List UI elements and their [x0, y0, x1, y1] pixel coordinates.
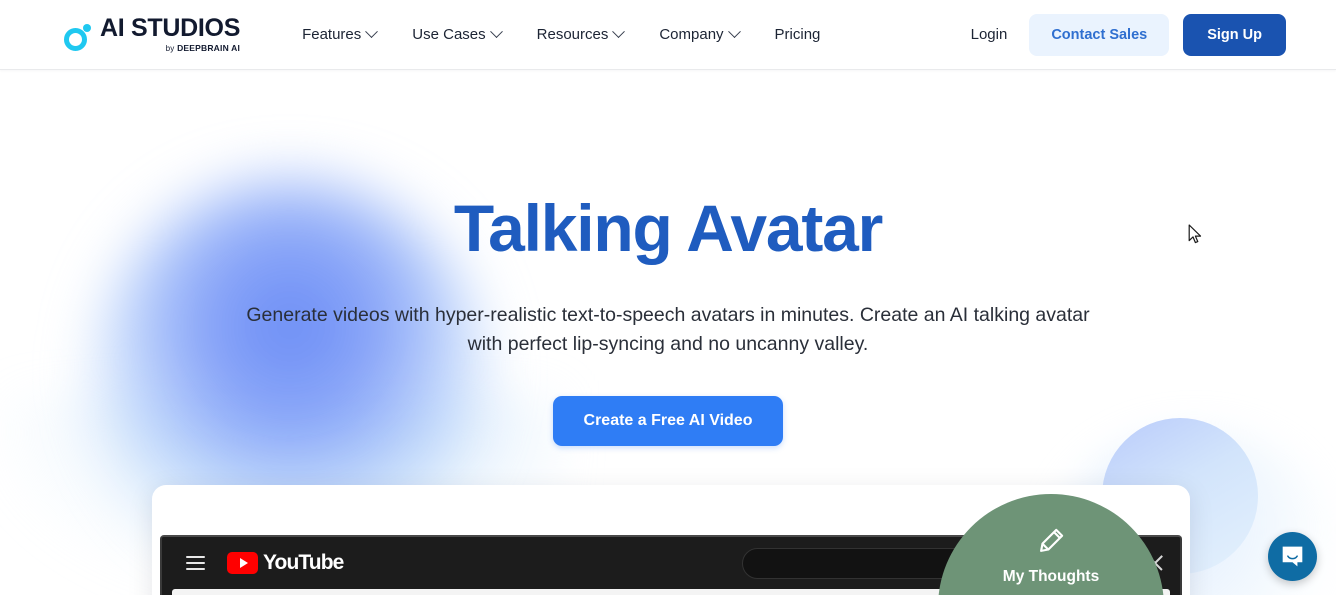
logo-dot-icon [83, 24, 91, 32]
nav-item-pricing[interactable]: Pricing [775, 20, 821, 49]
header-actions: Login Contact Sales Sign Up [963, 13, 1286, 56]
chevron-down-icon [727, 25, 741, 39]
logo-text: AI STUDIOS by DEEPBRAIN AI [100, 16, 240, 53]
nav-item-features-label: Features [302, 26, 362, 43]
site-header: AI STUDIOS by DEEPBRAIN AI Features Use … [0, 0, 1336, 70]
hamburger-line [186, 556, 205, 558]
nav-item-features[interactable]: Features [302, 20, 379, 49]
sign-up-button[interactable]: Sign Up [1183, 13, 1286, 56]
logo-by-text: by [165, 44, 175, 53]
logo-ring-icon [64, 28, 87, 51]
nav-item-resources[interactable]: Resources [536, 20, 626, 49]
hero-subtitle: Generate videos with hyper-realistic tex… [246, 303, 1090, 356]
nav-item-resources-label: Resources [536, 26, 609, 43]
chat-bubble-icon [1282, 546, 1303, 567]
logo-parent-name: DEEPBRAIN AI [177, 43, 241, 53]
chevron-down-icon [365, 25, 379, 39]
login-link[interactable]: Login [963, 20, 1016, 49]
hero-cta-container: Create a Free AI Video [0, 395, 1336, 446]
primary-navigation: Features Use Cases Resources Company Pri… [302, 20, 820, 49]
page-title: Talking Avatar [453, 191, 883, 265]
youtube-logo[interactable]: YouTube [227, 551, 344, 575]
create-free-ai-video-button[interactable]: Create a Free AI Video [552, 395, 784, 446]
hamburger-menu-icon[interactable] [186, 556, 205, 570]
hamburger-line [186, 568, 205, 570]
nav-item-company[interactable]: Company [659, 20, 741, 49]
nav-item-use-cases[interactable]: Use Cases [412, 20, 503, 49]
hero-section: Talking Avatar Generate videos with hype… [0, 70, 1336, 446]
pencil-icon [1040, 528, 1064, 552]
contact-sales-button[interactable]: Contact Sales [1029, 13, 1170, 56]
brand-logo[interactable]: AI STUDIOS by DEEPBRAIN AI [64, 16, 240, 53]
nav-item-use-cases-label: Use Cases [412, 26, 486, 43]
youtube-play-icon [227, 552, 258, 574]
nav-item-pricing-label: Pricing [774, 26, 821, 43]
nav-item-company-label: Company [659, 26, 724, 43]
my-thoughts-title: My Thoughts [1002, 568, 1100, 585]
logo-parent-brand: by DEEPBRAIN AI [100, 44, 240, 53]
chevron-down-icon [489, 25, 503, 39]
intercom-chat-launcher[interactable] [1268, 532, 1317, 581]
youtube-wordmark: YouTube [263, 551, 344, 574]
logo-wordmark: AI STUDIOS [100, 14, 241, 42]
logo-mark-icon [64, 24, 91, 51]
hamburger-line [186, 562, 205, 564]
chevron-down-icon [612, 25, 626, 39]
